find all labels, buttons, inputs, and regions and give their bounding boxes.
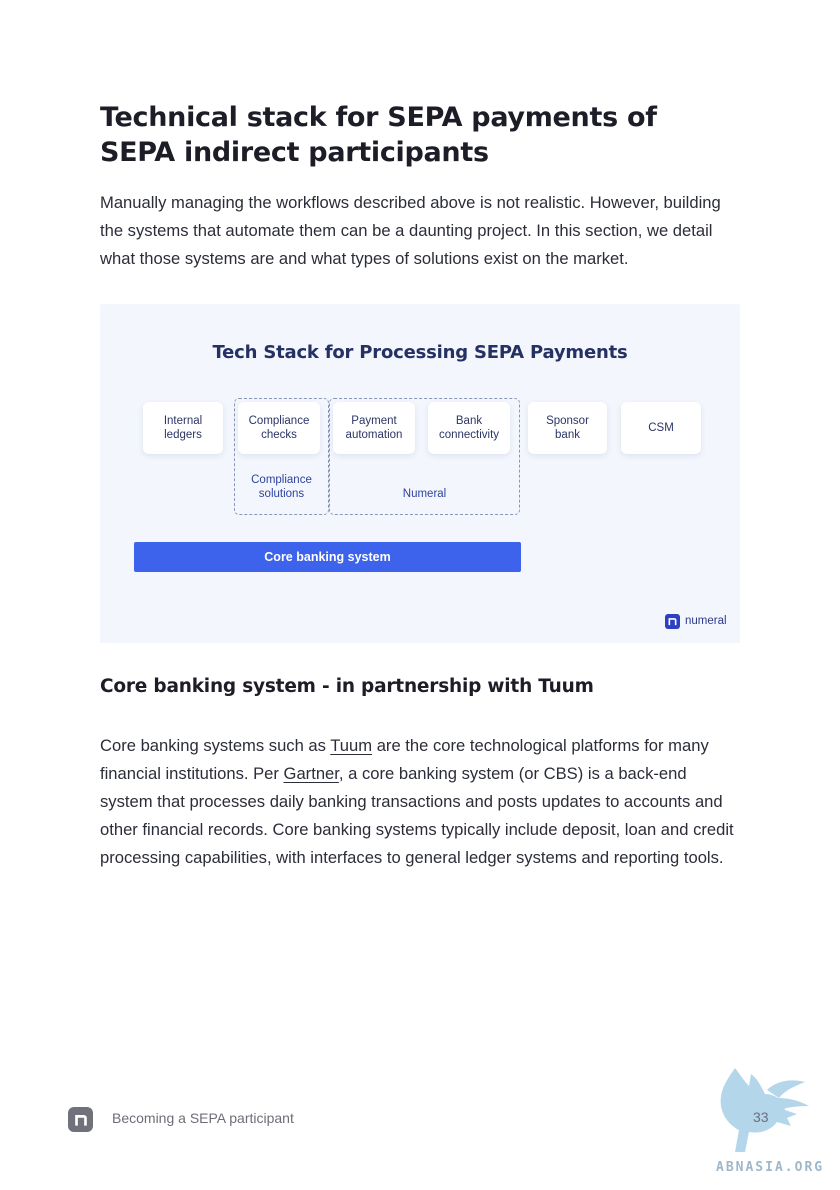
sponsor-bank-box: Sponsor bank	[528, 402, 607, 454]
compliance-solutions-label: Compliance solutions	[251, 474, 312, 500]
numeral-brand-text: numeral	[685, 615, 727, 627]
core-banking-paragraph: Core banking systems such as Tuum are th…	[100, 732, 740, 872]
gartner-link[interactable]: Gartner	[284, 764, 339, 783]
figure-title: Tech Stack for Processing SEPA Payments	[212, 342, 628, 363]
bank-connectivity-box: Bank connectivity	[428, 402, 510, 454]
numeral-logo-icon	[68, 1107, 93, 1132]
numeral-brand: numeral	[665, 612, 727, 630]
compliance-checks-box: Compliance checks	[238, 402, 320, 454]
numeral-logo-icon	[665, 613, 680, 629]
footer-title: Becoming a SEPA participant	[112, 1110, 294, 1126]
numeral-group-label: Numeral	[402, 488, 447, 500]
tech-stack-figure: Tech Stack for Processing SEPA Payments …	[100, 304, 740, 643]
csm-box: CSM	[621, 402, 701, 454]
paragraph-text: Core banking systems such as	[100, 736, 331, 755]
core-banking-system-bar: Core banking system	[134, 542, 521, 572]
tuum-link[interactable]: Tuum	[330, 736, 372, 755]
page-heading: Technical stack for SEPA payments of SEP…	[100, 102, 657, 168]
intro-paragraph: Manually managing the workflows describe…	[100, 193, 721, 268]
page-number: 33	[753, 1109, 769, 1125]
watermark-text: ABNASIA.ORG	[716, 1160, 825, 1175]
payment-automation-box: Payment automation	[333, 402, 415, 454]
section-heading: Core banking system - in partnership wit…	[100, 676, 594, 697]
internal-ledgers-box: Internal ledgers	[143, 402, 223, 454]
